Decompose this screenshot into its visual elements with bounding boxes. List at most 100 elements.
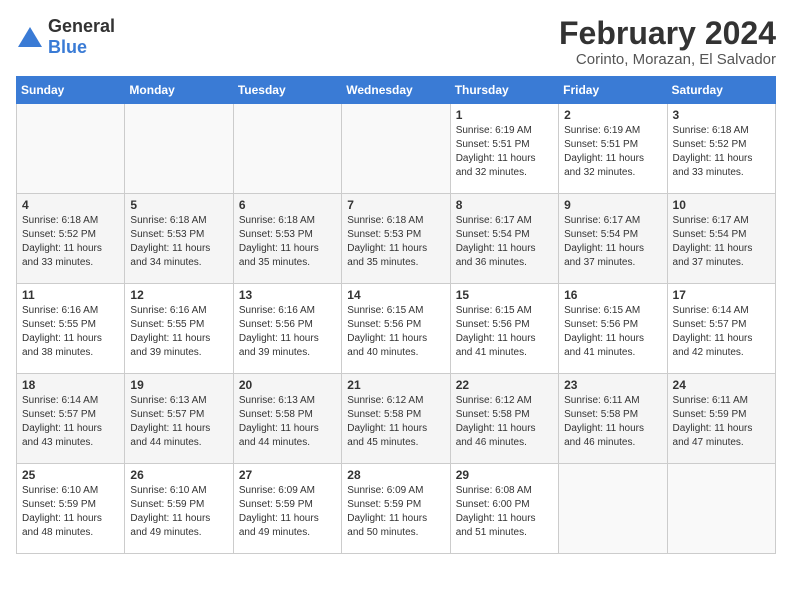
day-info: Sunrise: 6:15 AM Sunset: 5:56 PM Dayligh…: [347, 304, 444, 360]
day-info: Sunrise: 6:10 AM Sunset: 5:59 PM Dayligh…: [130, 484, 227, 540]
day-info: Sunrise: 6:09 AM Sunset: 5:59 PM Dayligh…: [239, 484, 336, 540]
day-number: 9: [564, 198, 661, 212]
logo: General Blue: [16, 16, 115, 58]
header-day-monday: Monday: [125, 77, 233, 104]
day-number: 21: [347, 378, 444, 392]
day-number: 19: [130, 378, 227, 392]
day-number: 18: [22, 378, 119, 392]
calendar-cell: [233, 104, 341, 194]
day-info: Sunrise: 6:12 AM Sunset: 5:58 PM Dayligh…: [347, 394, 444, 450]
header-day-sunday: Sunday: [17, 77, 125, 104]
day-info: Sunrise: 6:11 AM Sunset: 5:58 PM Dayligh…: [564, 394, 661, 450]
calendar-cell: 12 Sunrise: 6:16 AM Sunset: 5:55 PM Dayli…: [125, 284, 233, 374]
day-number: 24: [673, 378, 770, 392]
day-info: Sunrise: 6:18 AM Sunset: 5:52 PM Dayligh…: [22, 214, 119, 270]
calendar-cell: 1 Sunrise: 6:19 AM Sunset: 5:51 PM Daylig…: [450, 104, 558, 194]
calendar-cell: 23 Sunrise: 6:11 AM Sunset: 5:58 PM Dayli…: [559, 374, 667, 464]
day-number: 28: [347, 468, 444, 482]
calendar-cell: 6Sunrise: 6:18 AM Sunset: 5:53 PM Daylig…: [233, 194, 341, 284]
day-number: 17: [673, 288, 770, 302]
header-day-wednesday: Wednesday: [342, 77, 450, 104]
calendar-cell: 17 Sunrise: 6:14 AM Sunset: 5:57 PM Dayli…: [667, 284, 775, 374]
day-info: Sunrise: 6:18 AM Sunset: 5:52 PM Dayligh…: [673, 124, 770, 180]
calendar-cell: 3 Sunrise: 6:18 AM Sunset: 5:52 PM Daylig…: [667, 104, 775, 194]
calendar-table: SundayMondayTuesdayWednesdayThursdayFrid…: [16, 76, 776, 554]
calendar-cell: 29Sunrise: 6:08 AM Sunset: 6:00 PM Dayli…: [450, 464, 558, 554]
calendar-cell: 4 Sunrise: 6:18 AM Sunset: 5:52 PM Daylig…: [17, 194, 125, 284]
calendar-cell: 8 Sunrise: 6:17 AM Sunset: 5:54 PM Daylig…: [450, 194, 558, 284]
day-info: Sunrise: 6:16 AM Sunset: 5:55 PM Dayligh…: [22, 304, 119, 360]
day-number: 13: [239, 288, 336, 302]
day-info: Sunrise: 6:14 AM Sunset: 5:57 PM Dayligh…: [22, 394, 119, 450]
main-title: February 2024: [559, 16, 776, 51]
calendar-cell: 18 Sunrise: 6:14 AM Sunset: 5:57 PM Dayli…: [17, 374, 125, 464]
day-info: Sunrise: 6:16 AM Sunset: 5:56 PM Dayligh…: [239, 304, 336, 360]
day-number: 1: [456, 108, 553, 122]
title-area: February 2024 Corinto, Morazan, El Salva…: [559, 16, 776, 68]
day-info: Sunrise: 6:17 AM Sunset: 5:54 PM Dayligh…: [564, 214, 661, 270]
day-number: 29: [456, 468, 553, 482]
calendar-cell: [667, 464, 775, 554]
day-number: 20: [239, 378, 336, 392]
logo-icon: [16, 23, 44, 51]
calendar-cell: [559, 464, 667, 554]
calendar-cell: 2 Sunrise: 6:19 AM Sunset: 5:51 PM Daylig…: [559, 104, 667, 194]
day-number: 5: [130, 198, 227, 212]
calendar-cell: 11Sunrise: 6:16 AM Sunset: 5:55 PM Dayli…: [17, 284, 125, 374]
week-row-3: 11Sunrise: 6:16 AM Sunset: 5:55 PM Dayli…: [17, 284, 776, 374]
day-number: 2: [564, 108, 661, 122]
calendar-cell: 14 Sunrise: 6:15 AM Sunset: 5:56 PM Dayli…: [342, 284, 450, 374]
week-row-1: 1 Sunrise: 6:19 AM Sunset: 5:51 PM Daylig…: [17, 104, 776, 194]
day-number: 6: [239, 198, 336, 212]
day-info: Sunrise: 6:16 AM Sunset: 5:55 PM Dayligh…: [130, 304, 227, 360]
day-info: Sunrise: 6:11 AM Sunset: 5:59 PM Dayligh…: [673, 394, 770, 450]
calendar-cell: 13 Sunrise: 6:16 AM Sunset: 5:56 PM Dayli…: [233, 284, 341, 374]
day-info: Sunrise: 6:13 AM Sunset: 5:58 PM Dayligh…: [239, 394, 336, 450]
day-number: 26: [130, 468, 227, 482]
subtitle: Corinto, Morazan, El Salvador: [559, 51, 776, 68]
day-number: 22: [456, 378, 553, 392]
day-number: 16: [564, 288, 661, 302]
calendar-cell: 21 Sunrise: 6:12 AM Sunset: 5:58 PM Dayli…: [342, 374, 450, 464]
day-info: Sunrise: 6:18 AM Sunset: 5:53 PM Dayligh…: [347, 214, 444, 270]
day-info: Sunrise: 6:19 AM Sunset: 5:51 PM Dayligh…: [564, 124, 661, 180]
day-info: Sunrise: 6:13 AM Sunset: 5:57 PM Dayligh…: [130, 394, 227, 450]
day-number: 4: [22, 198, 119, 212]
header-row: SundayMondayTuesdayWednesdayThursdayFrid…: [17, 77, 776, 104]
week-row-5: 25Sunrise: 6:10 AM Sunset: 5:59 PM Dayli…: [17, 464, 776, 554]
header-day-friday: Friday: [559, 77, 667, 104]
day-number: 7: [347, 198, 444, 212]
day-number: 3: [673, 108, 770, 122]
day-number: 8: [456, 198, 553, 212]
day-number: 14: [347, 288, 444, 302]
day-number: 12: [130, 288, 227, 302]
calendar-cell: 7 Sunrise: 6:18 AM Sunset: 5:53 PM Daylig…: [342, 194, 450, 284]
day-number: 23: [564, 378, 661, 392]
header: General Blue February 2024 Corinto, Mora…: [16, 16, 776, 68]
header-day-tuesday: Tuesday: [233, 77, 341, 104]
calendar-cell: 22 Sunrise: 6:12 AM Sunset: 5:58 PM Dayli…: [450, 374, 558, 464]
calendar-cell: 9 Sunrise: 6:17 AM Sunset: 5:54 PM Daylig…: [559, 194, 667, 284]
header-day-thursday: Thursday: [450, 77, 558, 104]
calendar-cell: 19 Sunrise: 6:13 AM Sunset: 5:57 PM Dayli…: [125, 374, 233, 464]
week-row-2: 4 Sunrise: 6:18 AM Sunset: 5:52 PM Daylig…: [17, 194, 776, 284]
day-info: Sunrise: 6:12 AM Sunset: 5:58 PM Dayligh…: [456, 394, 553, 450]
calendar-cell: 25Sunrise: 6:10 AM Sunset: 5:59 PM Dayli…: [17, 464, 125, 554]
day-number: 10: [673, 198, 770, 212]
logo-blue: Blue: [48, 37, 87, 57]
day-info: Sunrise: 6:14 AM Sunset: 5:57 PM Dayligh…: [673, 304, 770, 360]
calendar-cell: 20 Sunrise: 6:13 AM Sunset: 5:58 PM Dayli…: [233, 374, 341, 464]
header-day-saturday: Saturday: [667, 77, 775, 104]
day-info: Sunrise: 6:15 AM Sunset: 5:56 PM Dayligh…: [564, 304, 661, 360]
logo-text: General Blue: [48, 16, 115, 58]
calendar-cell: 27 Sunrise: 6:09 AM Sunset: 5:59 PM Dayli…: [233, 464, 341, 554]
calendar-cell: 10Sunrise: 6:17 AM Sunset: 5:54 PM Dayli…: [667, 194, 775, 284]
calendar-cell: 5 Sunrise: 6:18 AM Sunset: 5:53 PM Daylig…: [125, 194, 233, 284]
day-number: 27: [239, 468, 336, 482]
day-info: Sunrise: 6:10 AM Sunset: 5:59 PM Dayligh…: [22, 484, 119, 540]
day-info: Sunrise: 6:18 AM Sunset: 5:53 PM Dayligh…: [130, 214, 227, 270]
calendar-cell: [125, 104, 233, 194]
day-info: Sunrise: 6:19 AM Sunset: 5:51 PM Dayligh…: [456, 124, 553, 180]
calendar-cell: [17, 104, 125, 194]
day-info: Sunrise: 6:17 AM Sunset: 5:54 PM Dayligh…: [456, 214, 553, 270]
